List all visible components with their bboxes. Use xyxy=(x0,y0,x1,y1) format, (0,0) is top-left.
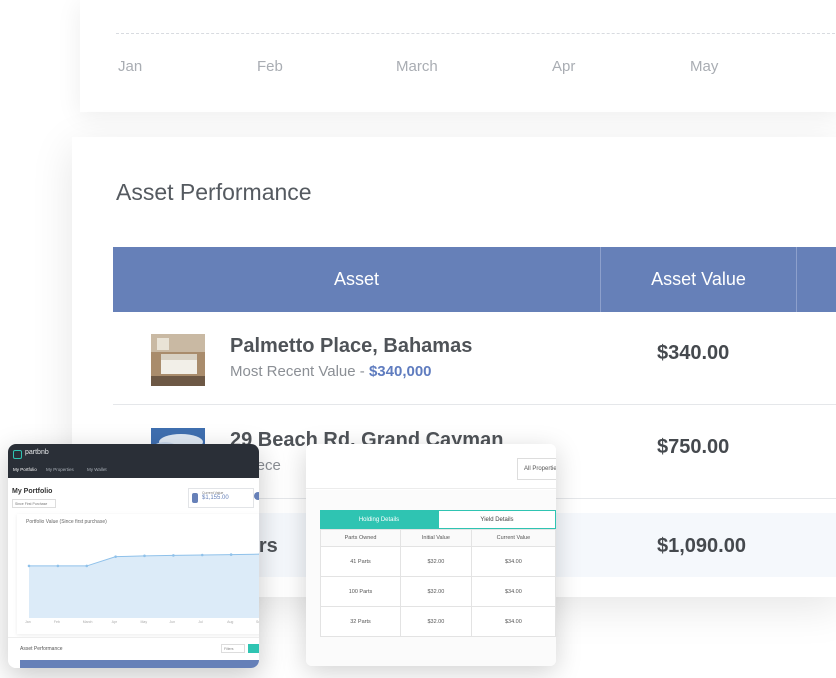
property-select[interactable]: All Properties xyxy=(517,458,556,480)
chart-month-label: Sep xyxy=(256,620,259,624)
month-label: Feb xyxy=(257,58,283,75)
chart-month-label: March xyxy=(82,620,93,624)
asset-value: $340.00 xyxy=(657,342,730,364)
asset-value: $1,090.00 xyxy=(657,535,746,557)
panel-body: Holding Details Yield Details Parts Owne… xyxy=(306,490,556,666)
export-button[interactable] xyxy=(248,644,259,653)
chart-month-label: Apr xyxy=(111,620,118,624)
chart-point xyxy=(85,564,89,568)
holding-details-panel: All Properties Holding Details Yield Det… xyxy=(306,444,556,666)
portfolio-chart-card: Portfolio Value (Since first purchase) J… xyxy=(17,514,259,634)
chart-point xyxy=(114,555,117,558)
table-header xyxy=(20,660,259,668)
chart-point xyxy=(143,554,146,558)
chart-point xyxy=(27,564,31,568)
chart-gridline xyxy=(116,33,836,34)
table-row: 100 Parts $32.00 $34.00 xyxy=(320,576,556,607)
chart-month-label: Jun xyxy=(169,620,176,624)
month-label: Apr xyxy=(552,58,576,75)
column-header-asset[interactable]: Asset xyxy=(113,247,600,312)
table-row[interactable]: Palmetto Place, Bahamas Most Recent Valu… xyxy=(113,312,836,405)
month-label: March xyxy=(396,58,438,75)
section-title: Asset Performance xyxy=(116,179,312,205)
asset-name[interactable]: Palmetto Place, Bahamas xyxy=(230,335,472,358)
column-header: Initial Value xyxy=(399,529,472,547)
tab-yield-details[interactable]: Yield Details xyxy=(438,510,556,529)
chart-point xyxy=(172,554,175,557)
period-select[interactable]: Since First Purchase xyxy=(12,499,56,508)
nav-my-wallet[interactable]: My Wallet xyxy=(87,467,107,472)
current-value: $34.00 xyxy=(470,606,556,637)
asset-value: $750.00 xyxy=(657,436,730,458)
current-value-box: Current Value $1,155.00 xyxy=(188,488,254,508)
parts-owned: 32 Parts xyxy=(320,606,401,637)
chart-month-label: May xyxy=(140,620,148,624)
chart-point xyxy=(56,564,60,568)
column-divider xyxy=(796,247,797,312)
nav-my-portfolio[interactable]: My Portfolio xyxy=(13,467,37,472)
indicator-dot xyxy=(254,492,259,500)
chart-point xyxy=(200,553,204,557)
app-header: partbnb My Portfolio My Properties My Wa… xyxy=(8,444,259,478)
mobile-portfolio-mockup: partbnb My Portfolio My Properties My Wa… xyxy=(8,444,259,668)
recent-value-amount: $340,000 xyxy=(368,363,432,380)
asset-recent-value: Most Recent Value - $340,000 xyxy=(230,363,432,380)
chart-month-label: Feb xyxy=(53,620,60,624)
house-logo-icon xyxy=(13,450,22,459)
monthly-chart-card: Jan Feb March Apr May xyxy=(80,0,836,112)
table-row: 41 Parts $32.00 $34.00 xyxy=(320,546,556,577)
initial-value: $32.00 xyxy=(399,576,472,607)
money-bag-icon xyxy=(192,493,198,503)
parts-owned: 100 Parts xyxy=(320,576,401,607)
table-row: 32 Parts $32.00 $34.00 xyxy=(320,606,556,637)
asset-performance-section: Asset Performance Filters xyxy=(8,637,259,668)
column-header: Current Value xyxy=(470,529,556,547)
chart-month-label: Aug xyxy=(227,620,234,624)
filters-button[interactable]: Filters xyxy=(221,644,245,653)
tab-holding-details[interactable]: Holding Details xyxy=(320,510,438,529)
brand-name: partbnb xyxy=(25,449,49,456)
panel-toolbar: All Properties xyxy=(306,444,556,489)
chart-point xyxy=(229,553,233,556)
chart-month-label: Jan xyxy=(25,620,31,624)
month-label: Jan xyxy=(118,58,143,75)
chart-area xyxy=(29,554,259,618)
nav-my-properties[interactable]: My Properties xyxy=(46,467,74,472)
section-title: Asset Performance xyxy=(20,646,63,652)
current-value: $34.00 xyxy=(470,546,556,577)
initial-value: $32.00 xyxy=(399,546,472,577)
initial-value: $32.00 xyxy=(399,606,472,637)
table-header-row: Parts Owned Initial Value Current Value xyxy=(320,529,556,547)
parts-owned: 41 Parts xyxy=(320,546,401,577)
month-label: May xyxy=(690,58,719,75)
current-value: $34.00 xyxy=(470,576,556,607)
portfolio-line-chart xyxy=(27,553,259,618)
column-header-asset-value[interactable]: Asset Value xyxy=(601,247,796,312)
table-header: Asset Asset Value xyxy=(113,247,836,312)
chart-month-label: Jul xyxy=(198,620,203,624)
property-thumbnail xyxy=(151,334,205,386)
column-header: Parts Owned xyxy=(320,529,401,547)
current-value: $1,155.00 xyxy=(202,495,229,501)
page-title: My Portfolio xyxy=(12,488,53,495)
screenshot-stage: Jan Feb March Apr May Asset Performance … xyxy=(0,0,836,678)
holding-table: Parts Owned Initial Value Current Value … xyxy=(320,529,556,637)
